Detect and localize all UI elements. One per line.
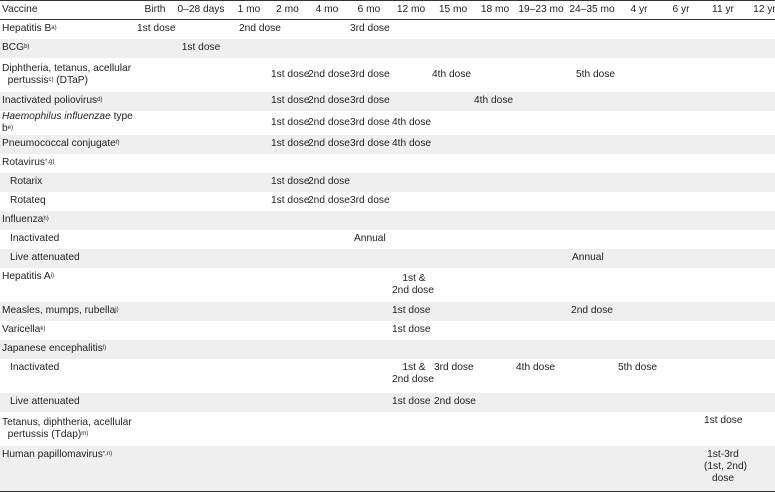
dose-cell: 1st dose [392, 305, 431, 316]
dose-cell: 1st dose [271, 176, 310, 187]
table-row: Diphtheria, tetanus, acellular pertussis… [0, 58, 775, 92]
vaccine-name: Live attenuated [10, 396, 80, 407]
dose-cell: 4th dose [516, 361, 556, 373]
dose-cell: 1st dose [271, 116, 310, 128]
vaccine-name: Rotateq [10, 195, 46, 206]
vaccine-name: Inactivated poliovirusd) [2, 95, 103, 106]
dose-cell: 2nd dose [308, 176, 350, 187]
dose-cell: 1st dose [137, 23, 176, 35]
dose-cell: 5th dose [576, 68, 616, 80]
dose-cell: 1st dose [704, 414, 743, 426]
dose-cell: 3rd dose [350, 195, 390, 206]
dose-cell: 1st dose [271, 68, 310, 80]
table-row: Rotateq 1st dose 2nd dose 3rd dose [0, 192, 775, 211]
dose-cell: 1st & 2nd dose [392, 272, 434, 296]
table-row: Live attenuated 1st dose 2nd dose [0, 392, 775, 412]
vaccine-name: Japanese encephalitisl) [2, 343, 107, 354]
header-age: 11 yr [702, 0, 744, 20]
table-row: Hepatitis Ai) 1st & 2nd dose [0, 268, 775, 302]
dose-cell: 2nd dose [308, 138, 350, 149]
table-row: Japanese encephalitisl) [0, 339, 775, 359]
table-row: Hepatitis Ba) 1st dose 2nd dose 3rd dose [0, 20, 775, 39]
table-row: Inactivated poliovirusd) 1st dose 2nd do… [0, 91, 775, 111]
dose-cell: 2nd dose [571, 305, 613, 316]
dose-cell: 3rd dose [350, 138, 390, 149]
dose-cell: 1st dose [392, 396, 431, 407]
dose-cell: 3rd dose [434, 361, 474, 373]
dose-cell: 3rd dose [350, 95, 390, 106]
dose-cell: 2nd dose [308, 116, 350, 128]
header-age: 19–23 mo [516, 0, 566, 20]
vaccine-name: Hepatitis Ba) [2, 23, 57, 35]
dose-cell: 1st dose [271, 95, 310, 106]
vaccine-name: Rotarix [10, 176, 43, 187]
immunization-schedule-table: Vaccine Birth 0–28 days 1 mo 2 mo 4 mo 6… [0, 0, 775, 492]
dose-cell: 1st dose [271, 195, 310, 206]
dose-cell: 4th dose [392, 138, 432, 149]
vaccine-name: Measles, mumps, rubellaj) [2, 305, 119, 316]
vaccine-name: BCGb) [2, 42, 30, 53]
dose-cell: 4th dose [432, 68, 472, 80]
header-age: 1 mo [229, 0, 269, 20]
dose-cell: 1st dose [271, 138, 310, 149]
header-age: 18 mo [474, 0, 516, 20]
header-age: 12 mo [390, 0, 432, 20]
table-row: Influenzah) [0, 210, 775, 230]
header-age: Birth [137, 0, 173, 20]
header-age: 0–28 days [173, 0, 229, 20]
header-age: 15 mo [432, 0, 474, 20]
header-age: 24–35 mo [566, 0, 618, 20]
vaccine-name: Pneumococcal conjugatef) [2, 138, 120, 149]
vaccine-name: Influenzah) [2, 214, 49, 225]
header-age: 2 mo [269, 0, 306, 20]
table-row: Inactivated 1st & 2nd dose 3rd dose 4th d… [0, 359, 775, 393]
table-row: Haemophilus influenzae type be) 1st dose… [0, 111, 775, 135]
vaccine-name: Human papillomavirus*,n) [2, 448, 113, 460]
header-age: 4 mo [306, 0, 348, 20]
table-row: Live attenuated Annual [0, 248, 775, 268]
dose-cell: 2nd dose [239, 23, 281, 35]
table-row: Inactivated Annual [0, 230, 775, 249]
vaccine-name: Live attenuated [10, 252, 80, 263]
dose-cell: 1st-3rd (1st, 2nd) dose [704, 448, 748, 484]
vaccine-name: Hepatitis Ai) [2, 270, 55, 282]
table-row: Pneumococcal conjugatef) 1st dose 2nd do… [0, 134, 775, 154]
dose-cell: 2nd dose [308, 195, 350, 206]
table-row: Rotarix 1st dose 2nd dose [0, 172, 775, 192]
dose-cell: 1st dose [181, 42, 221, 53]
dose-cell: 3rd dose [350, 68, 390, 80]
vaccine-name: Inactivated [10, 361, 60, 373]
dose-cell: 4th dose [392, 116, 432, 128]
vaccine-name: Rotavirus*,g) [2, 157, 55, 168]
vaccine-name: Haemophilus influenzae type be) [2, 110, 133, 134]
table-row: Measles, mumps, rubellaj) 1st dose 2nd d… [0, 301, 775, 321]
header-vaccine: Vaccine [0, 0, 137, 20]
header-age: 12 yr [744, 0, 775, 20]
dose-cell: 3rd dose [350, 23, 390, 35]
vaccine-name: Diphtheria, tetanus, acellular pertussis… [2, 62, 132, 86]
vaccine-name: Inactivated [10, 233, 60, 244]
dose-cell: 1st & 2nd dose [392, 361, 434, 385]
table-row: Human papillomavirus*,n) 1st-3rd (1st, 2n… [0, 445, 775, 492]
dose-cell: Annual [354, 233, 386, 244]
dose-cell: Annual [572, 252, 604, 263]
header-age: 6 mo [348, 0, 390, 20]
dose-cell: 4th dose [474, 95, 514, 106]
table-row: Varicellak) 1st dose [0, 321, 775, 340]
dose-cell: 1st dose [392, 324, 431, 335]
dose-cell: 2nd dose [308, 95, 350, 106]
header-age: 6 yr [660, 0, 702, 20]
table-row: Rotavirus*,g) [0, 154, 775, 173]
vaccine-name: Tetanus, diphtheria, acellular pertussis… [2, 416, 132, 440]
dose-cell: 3rd dose [350, 116, 390, 128]
dose-cell: 2nd dose [308, 68, 350, 80]
table-row: BCGb) 1st dose [0, 38, 775, 58]
dose-cell: 2nd dose [434, 396, 476, 407]
header-age: 4 yr [618, 0, 660, 20]
header-row: Vaccine Birth 0–28 days 1 mo 2 mo 4 mo 6… [0, 0, 775, 20]
dose-cell: 5th dose [618, 361, 658, 373]
vaccine-name: Varicellak) [2, 324, 46, 335]
table-row: Tetanus, diphtheria, acellular pertussis… [0, 412, 775, 446]
